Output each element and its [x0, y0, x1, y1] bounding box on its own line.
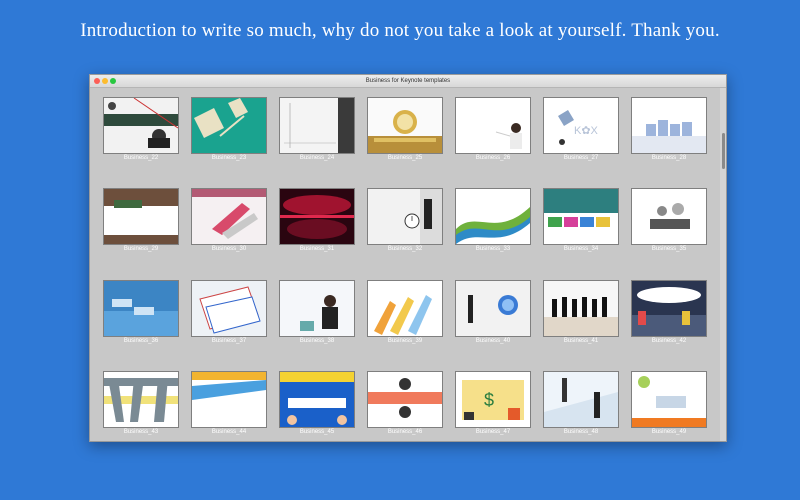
template-label: Business_37	[211, 338, 247, 344]
template-label: Business_46	[387, 429, 423, 435]
template-label: Business_48	[563, 429, 599, 435]
scrollbar-thumb[interactable]	[722, 133, 725, 169]
template-thumbnail[interactable]	[367, 280, 443, 337]
template-label: Business_43	[123, 429, 159, 435]
template-thumbnail[interactable]: K✿X	[543, 97, 619, 154]
template-grid: Business_22 Business_23 Business_24 Busi…	[90, 88, 720, 441]
template-thumbnail[interactable]	[191, 97, 267, 154]
template-label: Business_42	[651, 338, 687, 344]
template-label: Business_40	[475, 338, 511, 344]
template-label: Business_47	[475, 429, 511, 435]
template-thumbnail[interactable]	[455, 280, 531, 337]
template-label: Business_38	[299, 338, 335, 344]
template-thumbnail[interactable]	[543, 371, 619, 428]
template-label: Business_29	[123, 246, 159, 252]
template-thumbnail[interactable]	[191, 188, 267, 245]
template-label: Business_35	[651, 246, 687, 252]
template-thumbnail[interactable]	[631, 188, 707, 245]
template-label: Business_49	[651, 429, 687, 435]
template-label: Business_25	[387, 155, 423, 161]
template-label: Business_34	[563, 246, 599, 252]
template-thumbnail[interactable]	[191, 371, 267, 428]
template-thumbnail[interactable]	[279, 280, 355, 337]
template-label: Business_41	[563, 338, 599, 344]
template-label: Business_23	[211, 155, 247, 161]
window-titlebar[interactable]: Business for Keynote templates	[90, 75, 726, 88]
template-label: Business_26	[475, 155, 511, 161]
template-thumbnail[interactable]	[103, 97, 179, 154]
template-label: Business_32	[387, 246, 423, 252]
template-thumbnail[interactable]	[279, 97, 355, 154]
template-label: Business_22	[123, 155, 159, 161]
template-thumbnail[interactable]	[191, 280, 267, 337]
template-label: Business_39	[387, 338, 423, 344]
template-thumbnail[interactable]	[543, 280, 619, 337]
headline-text: Introduction to write so much, why do no…	[80, 20, 720, 41]
template-thumbnail[interactable]	[455, 97, 531, 154]
template-label: Business_24	[299, 155, 335, 161]
template-label: Business_28	[651, 155, 687, 161]
template-thumbnail[interactable]	[103, 188, 179, 245]
template-thumbnail[interactable]	[631, 280, 707, 337]
template-thumbnail[interactable]	[455, 188, 531, 245]
template-thumbnail[interactable]	[631, 371, 707, 428]
template-thumbnail[interactable]	[367, 97, 443, 154]
svg-text:$: $	[484, 390, 494, 410]
template-thumbnail[interactable]	[279, 371, 355, 428]
window-title: Business for Keynote templates	[365, 78, 451, 84]
template-thumbnail[interactable]: $	[455, 371, 531, 428]
template-browser-window: Business for Keynote templates Business_…	[89, 74, 727, 442]
template-label: Business_31	[299, 246, 335, 252]
template-thumbnail[interactable]	[543, 188, 619, 245]
template-thumbnail[interactable]	[367, 188, 443, 245]
template-label: Business_36	[123, 338, 159, 344]
template-thumbnail[interactable]	[103, 280, 179, 337]
template-label: Business_30	[211, 246, 247, 252]
template-label: Business_27	[563, 155, 599, 161]
vertical-scrollbar[interactable]	[720, 88, 726, 441]
template-thumbnail[interactable]	[631, 97, 707, 154]
template-label: Business_45	[299, 429, 335, 435]
template-thumbnail[interactable]	[279, 188, 355, 245]
template-thumbnail[interactable]	[367, 371, 443, 428]
template-label: Business_33	[475, 246, 511, 252]
svg-text:K✿X: K✿X	[574, 125, 599, 137]
template-thumbnail[interactable]	[103, 371, 179, 428]
template-label: Business_44	[211, 429, 247, 435]
